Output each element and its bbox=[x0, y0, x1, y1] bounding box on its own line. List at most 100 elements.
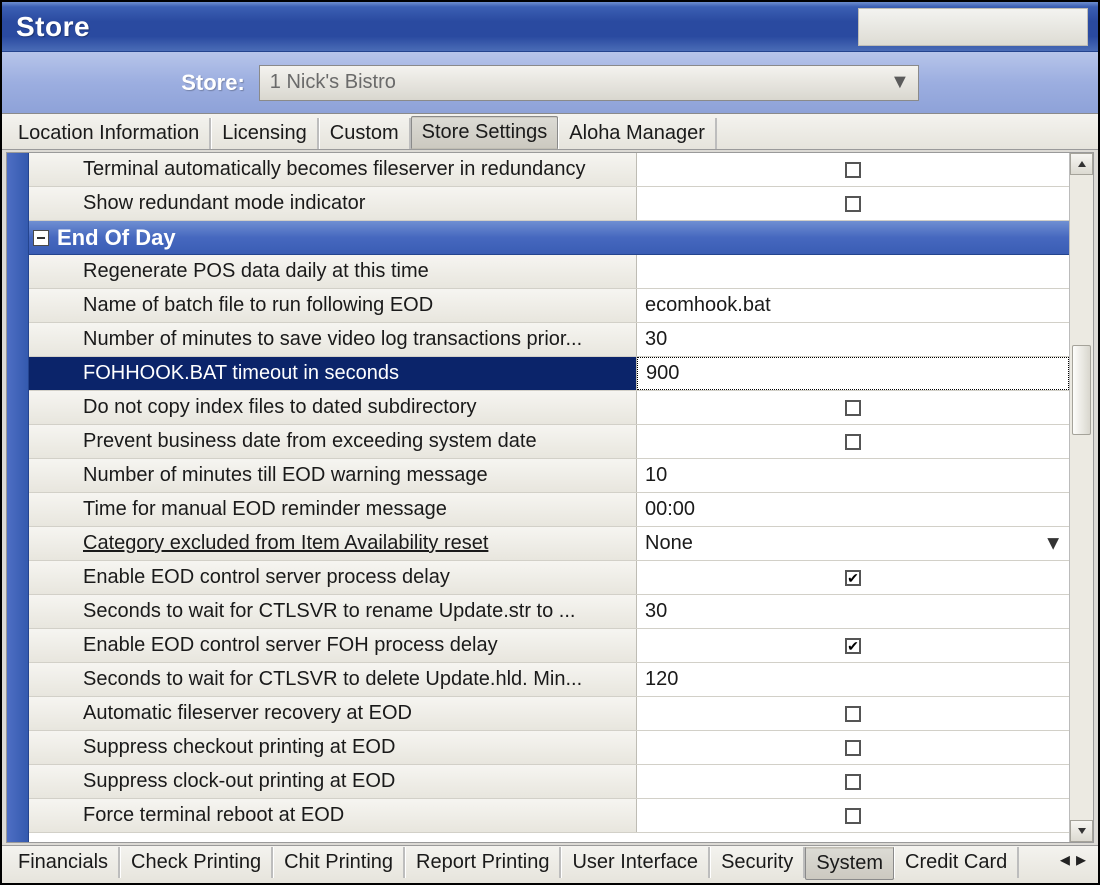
tab-licensing[interactable]: Licensing bbox=[211, 118, 319, 149]
setting-value-text: 900 bbox=[646, 362, 679, 385]
setting-value[interactable] bbox=[637, 425, 1069, 458]
checkbox[interactable] bbox=[845, 808, 861, 824]
setting-label: Name of batch file to run following EOD bbox=[29, 289, 637, 322]
setting-value[interactable]: 30 bbox=[637, 595, 1069, 628]
setting-row[interactable]: Name of batch file to run following EODe… bbox=[29, 289, 1069, 323]
scrollbar-track[interactable] bbox=[1070, 175, 1093, 820]
tab-nav-arrows: ◂▸ bbox=[1054, 847, 1092, 872]
setting-value[interactable]: None ▼ bbox=[637, 527, 1069, 560]
setting-value-text: None bbox=[645, 532, 693, 555]
setting-row[interactable]: Suppress clock-out printing at EOD bbox=[29, 765, 1069, 799]
collapse-toggle-icon[interactable] bbox=[33, 230, 49, 246]
tab-system[interactable]: System bbox=[805, 847, 894, 880]
setting-value[interactable] bbox=[637, 153, 1069, 186]
setting-label: Terminal automatically becomes fileserve… bbox=[29, 153, 637, 186]
tab-report-printing[interactable]: Report Printing bbox=[405, 847, 561, 878]
setting-row[interactable]: Suppress checkout printing at EOD bbox=[29, 731, 1069, 765]
title-bar-panel bbox=[858, 8, 1088, 46]
checkbox[interactable] bbox=[845, 434, 861, 450]
setting-label: Number of minutes to save video log tran… bbox=[29, 323, 637, 356]
setting-value[interactable] bbox=[637, 255, 1069, 288]
setting-row[interactable]: Category excluded from Item Availability… bbox=[29, 527, 1069, 561]
setting-row[interactable]: Number of minutes to save video log tran… bbox=[29, 323, 1069, 357]
tab-location-information[interactable]: Location Information bbox=[8, 118, 211, 149]
scrollbar-thumb[interactable] bbox=[1072, 345, 1091, 435]
setting-value[interactable] bbox=[637, 561, 1069, 594]
setting-label: Show redundant mode indicator bbox=[29, 187, 637, 220]
group-header-end-of-day[interactable]: End Of Day bbox=[29, 221, 1069, 255]
store-combobox[interactable]: 1 Nick's Bistro ▼ bbox=[259, 65, 919, 101]
vertical-scrollbar[interactable] bbox=[1069, 153, 1093, 842]
setting-value[interactable]: ecomhook.bat bbox=[637, 289, 1069, 322]
setting-label: Enable EOD control server process delay bbox=[29, 561, 637, 594]
tab-nav-left[interactable]: ◂ bbox=[1060, 847, 1070, 872]
setting-row[interactable]: FOHHOOK.BAT timeout in seconds 900 bbox=[29, 357, 1069, 391]
tab-credit-card[interactable]: Credit Card bbox=[894, 847, 1019, 878]
setting-row[interactable]: Enable EOD control server FOH process de… bbox=[29, 629, 1069, 663]
setting-label: Automatic fileserver recovery at EOD bbox=[29, 697, 637, 730]
setting-row[interactable]: Seconds to wait for CTLSVR to delete Upd… bbox=[29, 663, 1069, 697]
app-window: Store Store: 1 Nick's Bistro ▼ Location … bbox=[0, 0, 1100, 885]
setting-value[interactable] bbox=[637, 629, 1069, 662]
setting-value[interactable] bbox=[637, 731, 1069, 764]
tab-aloha-manager[interactable]: Aloha Manager bbox=[558, 118, 717, 149]
triangle-down-icon bbox=[1077, 826, 1087, 836]
scroll-down-button[interactable] bbox=[1070, 820, 1093, 842]
store-selected-value: 1 Nick's Bistro bbox=[270, 71, 396, 94]
tab-store-settings[interactable]: Store Settings bbox=[411, 116, 559, 149]
setting-row[interactable]: Do not copy index files to dated subdire… bbox=[29, 391, 1069, 425]
setting-row[interactable]: Force terminal reboot at EOD bbox=[29, 799, 1069, 833]
setting-label: Enable EOD control server FOH process de… bbox=[29, 629, 637, 662]
setting-row[interactable]: Time for manual EOD reminder message00:0… bbox=[29, 493, 1069, 527]
setting-row[interactable]: Show redundant mode indicator bbox=[29, 187, 1069, 221]
setting-row[interactable]: Terminal automatically becomes fileserve… bbox=[29, 153, 1069, 187]
store-selector-strip: Store: 1 Nick's Bistro ▼ bbox=[2, 52, 1098, 114]
setting-label: Time for manual EOD reminder message bbox=[29, 493, 637, 526]
setting-value[interactable]: 00:00 bbox=[637, 493, 1069, 526]
setting-value[interactable] bbox=[637, 697, 1069, 730]
setting-value[interactable] bbox=[637, 391, 1069, 424]
tab-check-printing[interactable]: Check Printing bbox=[120, 847, 273, 878]
checkbox[interactable] bbox=[845, 740, 861, 756]
scroll-up-button[interactable] bbox=[1070, 153, 1093, 175]
setting-label: Regenerate POS data daily at this time bbox=[29, 255, 637, 288]
setting-value[interactable] bbox=[637, 799, 1069, 832]
setting-value[interactable]: 10 bbox=[637, 459, 1069, 492]
tab-financials[interactable]: Financials bbox=[8, 847, 120, 878]
left-gutter bbox=[7, 153, 29, 842]
group-title: End Of Day bbox=[57, 225, 176, 251]
setting-value-text: 30 bbox=[645, 328, 667, 351]
setting-value[interactable]: 30 bbox=[637, 323, 1069, 356]
checkbox[interactable] bbox=[845, 400, 861, 416]
settings-grid-scroll: Terminal automatically becomes fileserve… bbox=[29, 153, 1069, 842]
checkbox[interactable] bbox=[845, 706, 861, 722]
title-bar: Store bbox=[2, 2, 1098, 52]
setting-row[interactable]: Automatic fileserver recovery at EOD bbox=[29, 697, 1069, 731]
setting-value-text: 120 bbox=[645, 668, 678, 691]
setting-label: FOHHOOK.BAT timeout in seconds bbox=[29, 357, 637, 390]
tab-security[interactable]: Security bbox=[710, 847, 805, 878]
setting-row[interactable]: Number of minutes till EOD warning messa… bbox=[29, 459, 1069, 493]
checkbox[interactable] bbox=[845, 774, 861, 790]
checkbox[interactable] bbox=[845, 162, 861, 178]
chevron-down-icon: ▼ bbox=[1043, 532, 1063, 555]
setting-label: Seconds to wait for CTLSVR to rename Upd… bbox=[29, 595, 637, 628]
setting-label: Force terminal reboot at EOD bbox=[29, 799, 637, 832]
tab-nav-right[interactable]: ▸ bbox=[1076, 847, 1086, 872]
tab-user-interface[interactable]: User Interface bbox=[561, 847, 710, 878]
tab-custom[interactable]: Custom bbox=[319, 118, 411, 149]
checkbox[interactable] bbox=[845, 638, 861, 654]
setting-value[interactable] bbox=[637, 765, 1069, 798]
checkbox[interactable] bbox=[845, 196, 861, 212]
tab-chit-printing[interactable]: Chit Printing bbox=[273, 847, 405, 878]
setting-value[interactable] bbox=[637, 187, 1069, 220]
setting-value[interactable]: 900 bbox=[637, 357, 1069, 390]
setting-row[interactable]: Enable EOD control server process delay bbox=[29, 561, 1069, 595]
checkbox[interactable] bbox=[845, 570, 861, 586]
bottom-tab-row: FinancialsCheck PrintingChit PrintingRep… bbox=[2, 845, 1098, 883]
setting-row[interactable]: Prevent business date from exceeding sys… bbox=[29, 425, 1069, 459]
triangle-up-icon bbox=[1077, 159, 1087, 169]
setting-row[interactable]: Seconds to wait for CTLSVR to rename Upd… bbox=[29, 595, 1069, 629]
setting-row[interactable]: Regenerate POS data daily at this time bbox=[29, 255, 1069, 289]
setting-value[interactable]: 120 bbox=[637, 663, 1069, 696]
